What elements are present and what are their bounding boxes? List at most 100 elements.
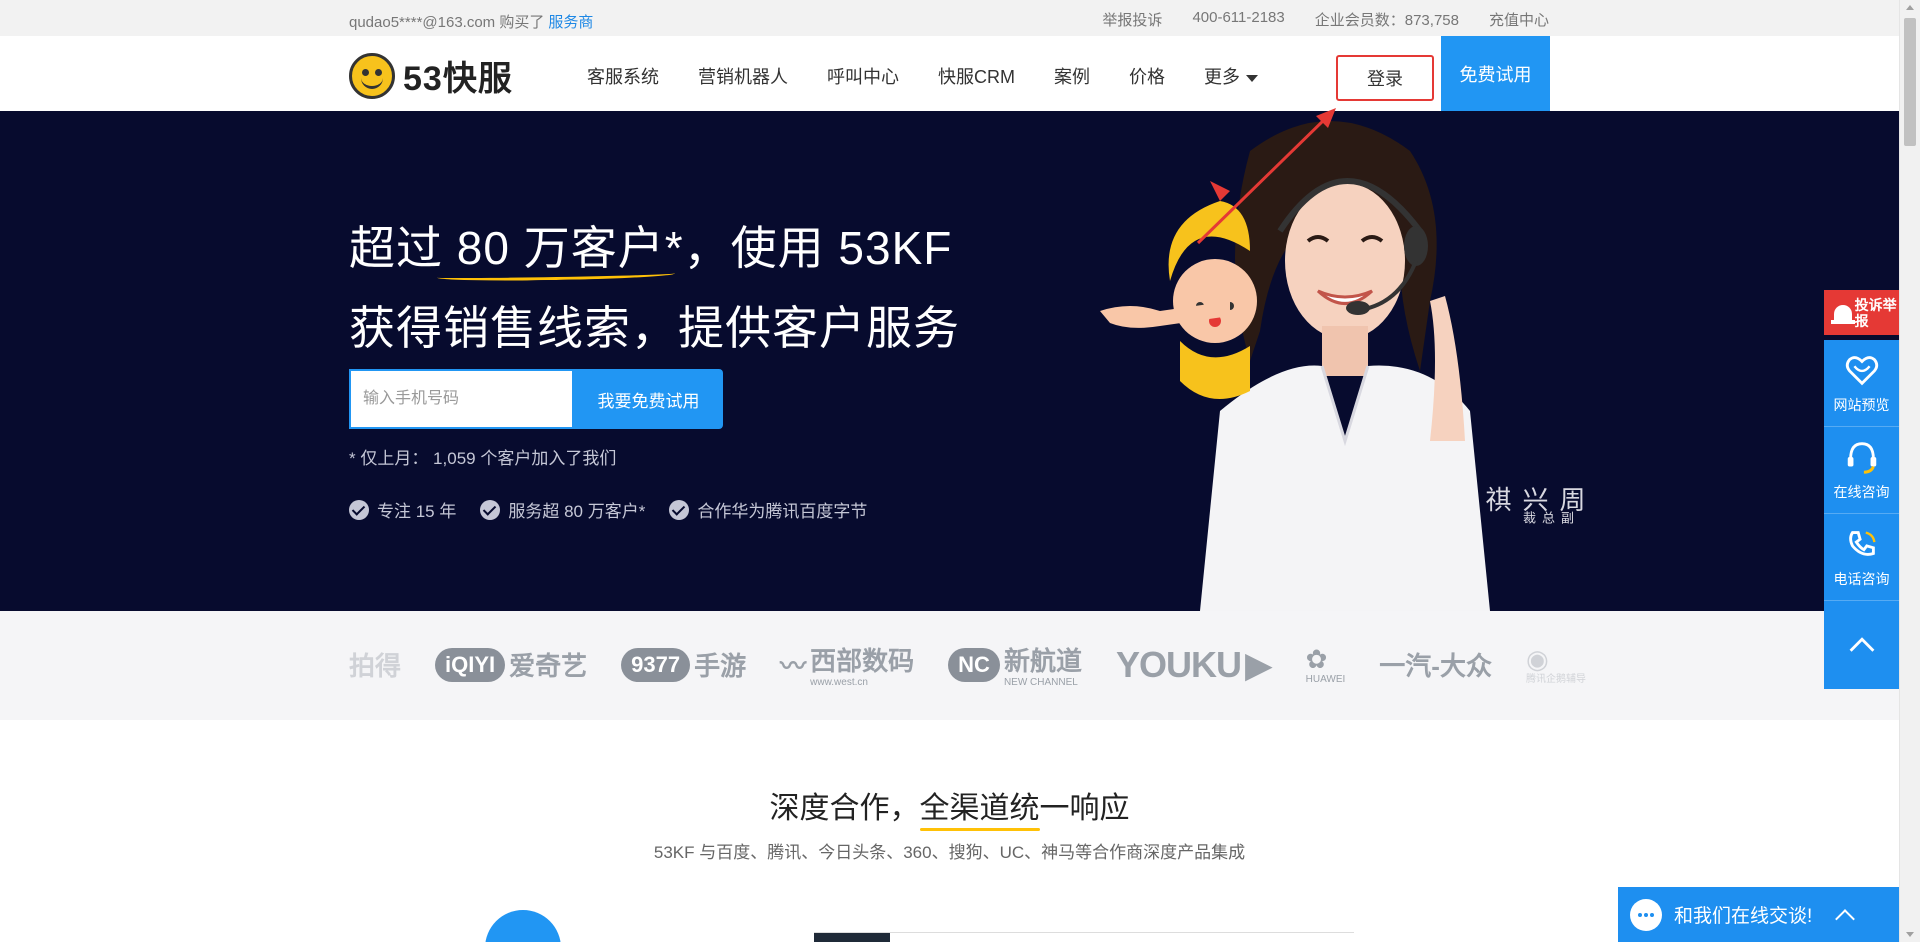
- phone-number-input[interactable]: [349, 369, 574, 429]
- nav-marketing-robot[interactable]: 营销机器人: [698, 63, 788, 89]
- monthly-signups-note: * 仅上月： 1,059 个客户加入了我们: [349, 449, 617, 468]
- nc-mark: NC: [948, 647, 1000, 682]
- site-preview-button[interactable]: 网站预览: [1824, 340, 1899, 427]
- client-logo-text: 9377: [621, 647, 691, 682]
- phone-consult-button[interactable]: 电话咨询: [1824, 514, 1899, 601]
- client-logo-text: YOUKU: [1115, 643, 1242, 685]
- smiley-logo-icon: [349, 52, 395, 99]
- free-trial-button[interactable]: 免费试用: [1441, 36, 1550, 111]
- client-logo-sub: NEW CHANNEL: [1003, 677, 1078, 688]
- page-scrollbar[interactable]: [1899, 0, 1920, 942]
- iqiyi-mark: iQIYI: [435, 647, 506, 682]
- section-title-prefix: 深度合作，: [769, 792, 920, 825]
- nav-more[interactable]: 更多: [1204, 63, 1258, 89]
- west-wave-icon: 〰: [780, 651, 807, 681]
- main-header: 53快服 客服系统 营销机器人 呼叫中心 快服CRM 案例 价格 更多 登录 免…: [0, 36, 1899, 111]
- report-label: 投诉举报: [1854, 296, 1897, 329]
- section-title-suffix: 一响应: [1039, 792, 1130, 825]
- hero-title: 超过 80 万客户*，使用 53KF 获得销售线索，提供客户服务: [349, 208, 960, 368]
- nav-customer-service[interactable]: 客服系统: [587, 63, 659, 89]
- channel-tab-bar: [814, 932, 1354, 942]
- nav-cases[interactable]: 案例: [1054, 63, 1090, 89]
- chevron-up-icon[interactable]: [1835, 908, 1856, 929]
- report-complaint-button[interactable]: 投诉举报: [1824, 290, 1899, 335]
- client-logo-list: 拍得 iQIYI 爱奇艺 9377 手游 〰西部数码 www.west.cn NC 新航…: [349, 641, 1586, 688]
- client-logo-text: 新航道: [1003, 646, 1082, 676]
- client-logo-text: 手游: [694, 651, 747, 681]
- site-preview-label: 网站预览: [1833, 397, 1890, 413]
- client-logo-iqiyi: iQIYI 爱奇艺: [435, 646, 587, 683]
- logo-text: 53快服: [403, 60, 513, 98]
- client-logo-youku: YOUKU ▶: [1115, 643, 1273, 686]
- member-count: 企业会员数：873,758: [1314, 12, 1459, 29]
- nav-call-center[interactable]: 呼叫中心: [827, 63, 899, 89]
- purchase-text: qudao5****@163.com 购买了: [349, 14, 545, 31]
- signature-title: 副总裁: [1520, 511, 1573, 530]
- recharge-center-link[interactable]: 充值中心: [1489, 9, 1549, 30]
- scroll-down-arrow-icon[interactable]: [1906, 932, 1914, 937]
- nav-more-label: 更多: [1204, 67, 1240, 87]
- client-logo-sub: 腾讯企鹅辅导: [1525, 674, 1586, 685]
- section-title: 深度合作，全渠道统一响应: [0, 783, 1899, 827]
- client-logo-paide: 拍得: [349, 646, 401, 683]
- feature-list: 专注 15 年 服务超 80 万客户* 合作华为腾讯百度字节: [349, 497, 867, 522]
- top-info-bar: qudao5****@163.com 购买了 服务商 举报投诉 400-611-2…: [0, 0, 1899, 36]
- free-trial-submit-button[interactable]: 我要免费试用: [574, 369, 723, 429]
- hero-title-highlight: 80 万客户: [457, 208, 665, 288]
- live-chat-widget[interactable]: 和我们在线交谈!: [1618, 887, 1899, 942]
- trial-signup-form: 我要免费试用: [349, 369, 723, 429]
- feature-label: 服务超 80 万客户*: [508, 502, 646, 521]
- nav-crm[interactable]: 快服CRM: [938, 63, 1015, 89]
- main-nav: 客服系统 营销机器人 呼叫中心 快服CRM 案例 价格 更多: [587, 63, 1258, 89]
- site-logo[interactable]: 53快服: [349, 51, 513, 100]
- chat-bubble-icon: [1630, 898, 1662, 931]
- client-logo-newchannel: NC 新航道 NEW CHANNEL: [948, 641, 1082, 688]
- caret-down-icon: [1246, 74, 1258, 82]
- client-logo-text: 西部数码: [810, 646, 915, 676]
- back-to-top-button[interactable]: [1824, 601, 1899, 689]
- purchase-ticker: qudao5****@163.com 购买了 服务商: [349, 11, 593, 32]
- report-complaint-link[interactable]: 举报投诉: [1102, 9, 1162, 30]
- hotline-number: 400-611-2183: [1192, 9, 1285, 26]
- huawei-petal-icon: ✿: [1305, 644, 1328, 674]
- client-logo-huawei: ✿ HUAWEI: [1306, 644, 1346, 685]
- phone-consult-label: 电话咨询: [1833, 571, 1890, 587]
- feature-item: 合作华为腾讯百度字节: [669, 497, 867, 522]
- feature-item: 专注 15 年: [349, 497, 456, 522]
- purchase-link[interactable]: 服务商: [548, 14, 593, 31]
- section-title-highlight: 全渠道统: [919, 792, 1040, 825]
- channel-circle-badge: [485, 910, 561, 942]
- feature-item: 服务超 80 万客户*: [480, 497, 645, 522]
- signature-name: 周兴祺: [1481, 486, 1585, 512]
- channel-tab-active[interactable]: [814, 933, 890, 942]
- online-consult-button[interactable]: 在线咨询: [1824, 427, 1899, 514]
- client-logo-9377: 9377 手游: [621, 646, 746, 683]
- heart-icon: [1845, 356, 1878, 386]
- check-circle-icon: [349, 499, 369, 520]
- section-subtitle: 53KF 与百度、腾讯、今日头条、360、搜狗、UC、神马等合作商深度产品集成: [653, 843, 1246, 862]
- client-logo-west: 〰西部数码 www.west.cn: [780, 641, 914, 688]
- hero-title-suffix: *，使用 53KF: [664, 222, 953, 274]
- client-logo-faw-vw: 一汽-大众: [1379, 646, 1492, 683]
- check-circle-icon: [669, 499, 690, 520]
- phone-icon: [1848, 531, 1876, 556]
- client-logo-text: 拍得: [349, 651, 402, 681]
- live-chat-label: 和我们在线交谈!: [1674, 906, 1813, 927]
- nav-pricing[interactable]: 价格: [1129, 63, 1165, 89]
- penguin-icon: ◉: [1525, 644, 1549, 674]
- client-logo-text: 一汽-大众: [1379, 651, 1492, 681]
- headset-icon: [1847, 442, 1876, 474]
- check-circle-icon: [480, 499, 501, 520]
- siren-icon: [1830, 300, 1855, 326]
- feature-label: 专注 15 年: [377, 502, 457, 521]
- scroll-up-arrow-icon[interactable]: [1906, 5, 1914, 10]
- floating-contact-sidebar: 网站预览 在线咨询 电话咨询: [1824, 340, 1899, 689]
- feature-label: 合作华为腾讯百度字节: [697, 502, 868, 521]
- customer-service-agent-illustration: [1100, 121, 1490, 611]
- login-button[interactable]: 登录: [1336, 55, 1434, 101]
- scrollbar-thumb[interactable]: [1904, 18, 1916, 146]
- hero-title-line2: 获得销售线索，提供客户服务: [349, 302, 960, 354]
- chevron-up-icon: [1849, 637, 1874, 652]
- client-logo-sub: HUAWEI: [1305, 674, 1346, 685]
- client-logo-tencent-edu: ◉ 腾讯企鹅辅导: [1526, 644, 1586, 685]
